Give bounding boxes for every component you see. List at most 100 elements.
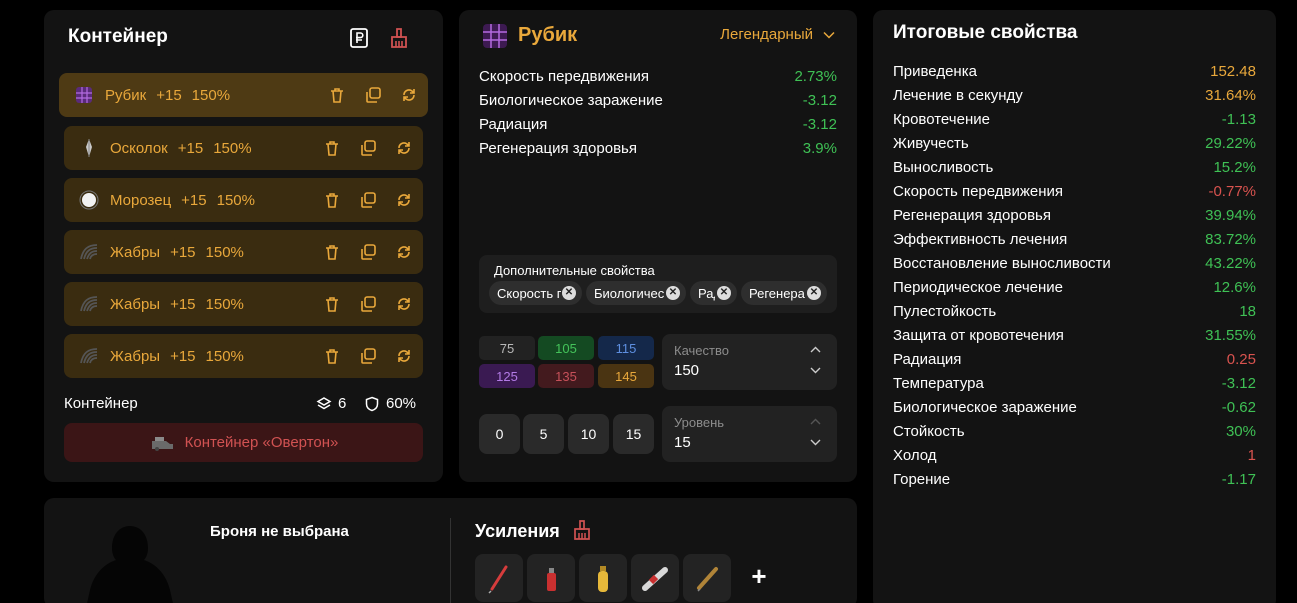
swap-icon[interactable] <box>395 191 413 209</box>
swap-icon[interactable] <box>395 139 413 157</box>
ruble-document-icon[interactable] <box>348 27 370 49</box>
slot-percent: 150% <box>205 347 244 365</box>
extra-property-chip[interactable]: Регенерация здоровья ✕ <box>741 281 827 305</box>
broom-icon[interactable] <box>388 27 410 49</box>
extra-properties-box: Дополнительные свойства Скорость передви… <box>479 255 837 313</box>
rubik-artifact-icon <box>76 87 92 103</box>
yellow-bottle-icon <box>598 566 608 592</box>
quality-preset-button[interactable]: 145 <box>598 364 654 388</box>
swap-icon[interactable] <box>395 243 413 261</box>
level-value: 15 <box>674 434 691 451</box>
copy-icon[interactable] <box>359 191 377 209</box>
copy-icon[interactable] <box>359 139 377 157</box>
total-name: Выносливость <box>893 159 994 176</box>
quality-preset-button[interactable]: 75 <box>479 336 535 360</box>
swap-icon[interactable] <box>395 295 413 313</box>
chevron-down-icon[interactable] <box>810 439 821 446</box>
broom-icon[interactable] <box>572 520 592 540</box>
armor-silhouette-icon[interactable] <box>82 518 178 603</box>
total-row: Периодическое лечение 12.6% <box>893 279 1256 299</box>
total-name: Температура <box>893 375 984 392</box>
slot-level: +15 <box>177 139 204 157</box>
total-value: 0.25 <box>1226 351 1256 368</box>
property-value: 3.9% <box>802 140 837 157</box>
add-boost-button[interactable]: + <box>747 562 771 590</box>
armor-panel: Броня не выбрана Усиления + <box>44 498 857 603</box>
container-title: Контейнер <box>68 26 168 47</box>
property-row: Регенерация здоровья 3.9% <box>479 140 837 160</box>
trash-icon[interactable] <box>323 139 341 157</box>
extra-property-chip[interactable]: Скорость передвижения ✕ <box>489 281 582 305</box>
level-preset-button[interactable]: 15 <box>613 414 654 454</box>
capacity-value: 6 <box>338 395 347 412</box>
total-name: Восстановление выносливости <box>893 255 1111 272</box>
close-icon[interactable]: ✕ <box>562 286 576 300</box>
trash-icon[interactable] <box>323 347 341 365</box>
extra-property-chip[interactable]: Биологическое заражение ✕ <box>586 281 686 305</box>
total-row: Лечение в секунду 31.64% <box>893 87 1256 107</box>
container-slot[interactable]: Рубик +15 150% <box>59 73 428 117</box>
chip-label: Регенерация здоровья <box>749 285 805 301</box>
totals-title: Итоговые свойства <box>893 22 1078 43</box>
rarity-value: Легендарный <box>720 26 813 43</box>
boost-slot[interactable] <box>683 554 731 602</box>
slot-level: +15 <box>170 347 196 365</box>
protection-value: 60% <box>386 395 417 412</box>
boost-slot[interactable] <box>527 554 575 602</box>
container-slot[interactable]: Осколок +15 150% <box>64 126 423 170</box>
total-row: Приведенка 152.48 <box>893 63 1256 83</box>
close-icon[interactable]: ✕ <box>807 286 821 300</box>
slot-name: Жабры <box>110 243 161 261</box>
copy-icon[interactable] <box>364 86 382 104</box>
quality-preset-button[interactable]: 125 <box>479 364 535 388</box>
container-slot[interactable]: Жабры +15 150% <box>64 230 423 274</box>
quality-stepper[interactable]: Качество 150 <box>662 334 837 390</box>
close-icon[interactable]: ✕ <box>717 286 731 300</box>
slot-level: +15 <box>181 191 207 209</box>
container-slot[interactable]: Морозец +15 150% <box>64 178 423 222</box>
chevron-up-icon[interactable] <box>810 418 821 425</box>
totals-panel: Итоговые свойства Приведенка 152.48 Лечени… <box>873 10 1276 603</box>
quality-preset-button[interactable]: 115 <box>598 336 654 360</box>
level-preset-button[interactable]: 10 <box>568 414 609 454</box>
protection-stat: 60% <box>364 395 416 412</box>
gills-artifact-icon <box>80 296 98 312</box>
level-preset-button[interactable]: 0 <box>479 414 520 454</box>
chevron-up-icon[interactable] <box>810 346 821 353</box>
slot-percent: 150% <box>213 139 252 157</box>
level-preset-button[interactable]: 5 <box>523 414 564 454</box>
level-stepper[interactable]: Уровень 15 <box>662 406 837 462</box>
container-select-button[interactable]: Контейнер «Овертон» <box>64 423 423 462</box>
quality-preset-button[interactable]: 135 <box>538 364 594 388</box>
container-slot[interactable]: Жабры +15 150% <box>64 334 423 378</box>
quality-preset-button[interactable]: 105 <box>538 336 594 360</box>
total-name: Лечение в секунду <box>893 87 1023 104</box>
swap-icon[interactable] <box>395 347 413 365</box>
total-name: Приведенка <box>893 63 977 80</box>
total-name: Стойкость <box>893 423 965 440</box>
copy-icon[interactable] <box>359 295 377 313</box>
copy-icon[interactable] <box>359 243 377 261</box>
total-row: Кровотечение -1.13 <box>893 111 1256 131</box>
trash-icon[interactable] <box>328 86 346 104</box>
slot-percent: 150% <box>205 243 244 261</box>
shield-icon <box>365 396 379 411</box>
boost-slot[interactable] <box>475 554 523 602</box>
trash-icon[interactable] <box>323 295 341 313</box>
boost-slot[interactable] <box>631 554 679 602</box>
close-icon[interactable]: ✕ <box>666 286 680 300</box>
total-value: 15.2% <box>1213 159 1256 176</box>
container-footer-label: Контейнер <box>64 395 138 412</box>
trash-icon[interactable] <box>323 191 341 209</box>
slot-name: Рубик <box>105 86 147 104</box>
trash-icon[interactable] <box>323 243 341 261</box>
container-slot[interactable]: Жабры +15 150% <box>64 282 423 326</box>
chevron-down-icon[interactable] <box>810 367 821 374</box>
property-value: -3.12 <box>802 116 837 133</box>
extra-property-chip[interactable]: Радиация ✕ <box>690 281 737 305</box>
copy-icon[interactable] <box>359 347 377 365</box>
swap-icon[interactable] <box>400 86 418 104</box>
boost-slot[interactable] <box>579 554 627 602</box>
total-row: Регенерация здоровья 39.94% <box>893 207 1256 227</box>
rarity-dropdown[interactable]: Легендарный <box>720 26 835 43</box>
